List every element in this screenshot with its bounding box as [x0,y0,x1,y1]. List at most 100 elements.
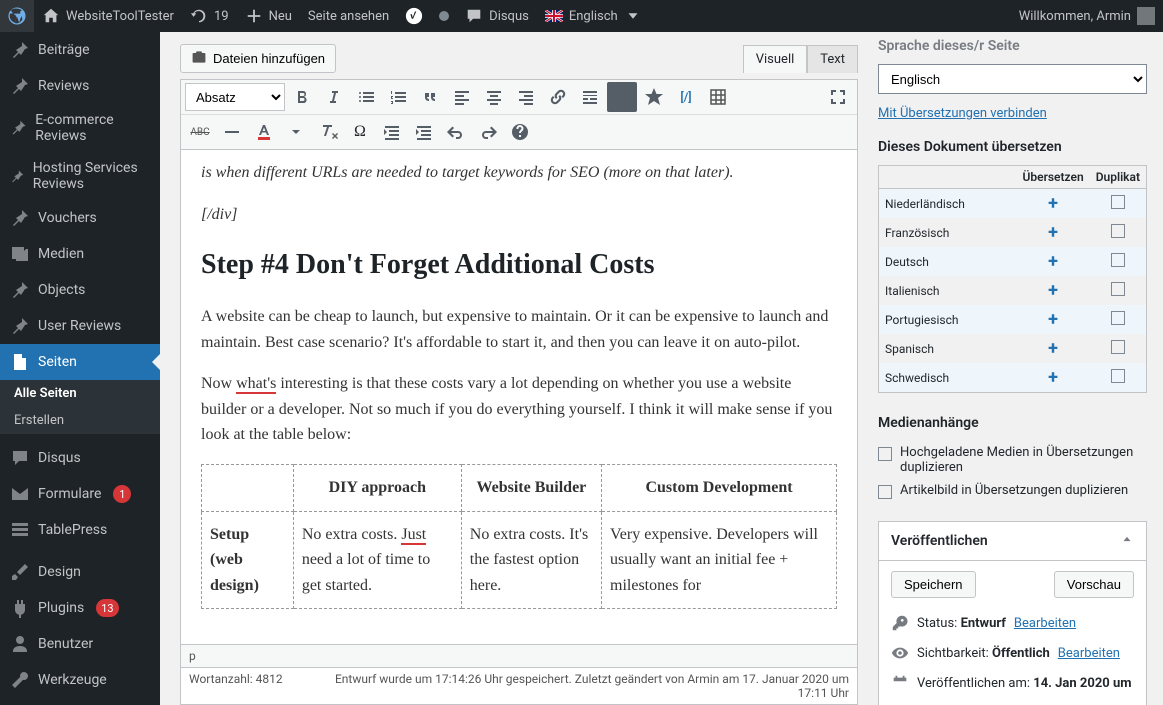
pin-icon [10,208,30,228]
avatar [1137,7,1155,25]
specialchar-button[interactable]: Ω [345,117,375,147]
language-switch[interactable]: Englisch [537,0,650,32]
badge: 1 [113,485,131,503]
menu-settings[interactable]: Einstellungen [0,698,160,705]
menu-users[interactable]: Benutzer [0,626,160,662]
kitchensink-button[interactable] [607,82,637,112]
menu-tools[interactable]: Werkzeuge [0,662,160,698]
add-media-button[interactable]: Dateien hinzufügen [180,44,336,73]
bold-button[interactable] [287,82,317,112]
menu-hosting-reviews[interactable]: Hosting Services Reviews [0,152,160,200]
yoast-icon [405,7,423,25]
clearformat-button[interactable] [313,117,343,147]
menu-objects[interactable]: Objects [0,272,160,308]
alignright-button[interactable] [511,82,541,112]
menu-pages[interactable]: Seiten [0,344,160,380]
th-duplicate: Duplikat [1090,166,1147,189]
hr-button[interactable] [217,117,247,147]
wordpress-icon [8,7,26,25]
yoast-menu[interactable] [397,0,431,32]
translate-add-button[interactable]: + [1048,280,1058,301]
site-home[interactable]: WebsiteToolTester [34,0,182,32]
indent-button[interactable] [409,117,439,147]
textcolor-button[interactable] [249,117,279,147]
view-page-label: Seite ansehen [308,9,389,24]
publish-metabox-toggle[interactable]: Veröffentlichen [879,522,1146,561]
duplicate-checkbox[interactable] [1111,311,1125,325]
menu-vouchers[interactable]: Vouchers [0,200,160,236]
menu-reviews[interactable]: Reviews [0,68,160,104]
edit-visibility-link[interactable]: Bearbeiten [1058,646,1120,661]
menu-appearance[interactable]: Design [0,554,160,590]
fullscreen-button[interactable] [823,82,853,112]
more-button[interactable] [575,82,605,112]
duplicate-checkbox[interactable] [1111,282,1125,296]
menu-ecommerce-reviews[interactable]: E-commerce Reviews [0,104,160,152]
undo-button[interactable] [441,117,471,147]
duplicate-checkbox[interactable] [1111,369,1125,383]
help-button[interactable] [505,117,535,147]
preview-button[interactable]: Vorschau [1054,571,1134,598]
menu-forms[interactable]: Formulare1 [0,476,160,512]
paragraph-1: A website can be cheap to launch, but ex… [201,304,837,355]
dup-featured-image-checkbox[interactable] [878,485,892,499]
duplicate-checkbox[interactable] [1111,195,1125,209]
duplicate-checkbox[interactable] [1111,253,1125,267]
save-draft-button[interactable]: Speichern [891,571,976,598]
shortcode-button[interactable]: [/] [671,82,701,112]
page-language-select[interactable]: Englisch [878,64,1147,94]
textcolor-arrow[interactable] [281,117,311,147]
menu-disqus[interactable]: Disqus [0,440,160,476]
menu-media[interactable]: Medien [0,236,160,272]
yoast-status[interactable] [431,0,457,32]
star-button[interactable] [639,82,669,112]
menu-user-reviews[interactable]: User Reviews [0,308,160,344]
redo-button[interactable] [473,117,503,147]
menu-plugins[interactable]: Plugins13 [0,590,160,626]
strikethrough-button[interactable]: ABC [185,117,215,147]
duplicate-checkbox[interactable] [1111,340,1125,354]
menu-tablepress[interactable]: TablePress [0,512,160,548]
tab-text[interactable]: Text [807,45,858,73]
duplicate-checkbox[interactable] [1111,224,1125,238]
editor-footer: Wortanzahl: 4812 Entwurf wurde um 17:14:… [180,668,858,705]
publish-title: Veröffentlichen [891,533,988,549]
submenu-all-pages[interactable]: Alle Seiten [0,380,160,407]
my-account[interactable]: Willkommen, Armin [1011,0,1163,32]
new-content[interactable]: Neu [237,0,300,32]
outdent-button[interactable] [377,117,407,147]
translate-add-button[interactable]: + [1048,222,1058,243]
dup-uploaded-media-checkbox[interactable] [878,447,892,461]
refresh-icon [190,7,208,25]
updates[interactable]: 19 [182,0,237,32]
aligncenter-button[interactable] [479,82,509,112]
translate-add-button[interactable]: + [1048,193,1058,214]
alignleft-button[interactable] [447,82,477,112]
translate-add-button[interactable]: + [1048,367,1058,388]
link-connect-translations[interactable]: Mit Übersetzungen verbinden [878,106,1047,121]
view-page[interactable]: Seite ansehen [300,0,397,32]
format-select[interactable]: Absatz [185,83,285,111]
translate-add-button[interactable]: + [1048,309,1058,330]
tab-visual[interactable]: Visuell [743,45,808,73]
italic-button[interactable] [319,82,349,112]
edit-status-link[interactable]: Bearbeiten [1014,616,1076,631]
camera-icon [191,49,207,68]
wp-logo[interactable] [0,0,34,32]
language-label: Englisch [569,9,618,24]
translate-add-button[interactable]: + [1048,251,1058,272]
quote-button[interactable] [415,82,445,112]
lang-name: Portugiesisch [879,305,1017,334]
disqus-menu[interactable]: Disqus [457,0,537,32]
submenu-create[interactable]: Erstellen [0,407,160,434]
menu-label: Benutzer [38,636,93,652]
ul-button[interactable] [351,82,381,112]
ol-button[interactable] [383,82,413,112]
table-button[interactable] [703,82,733,112]
menu-label: Beiträge [38,42,90,58]
editor-content[interactable]: is when different URLs are needed to tar… [180,150,858,645]
translate-add-button[interactable]: + [1048,338,1058,359]
menu-posts[interactable]: Beiträge [0,32,160,68]
th-translate: Übersetzen [1016,166,1089,189]
link-button[interactable] [543,82,573,112]
